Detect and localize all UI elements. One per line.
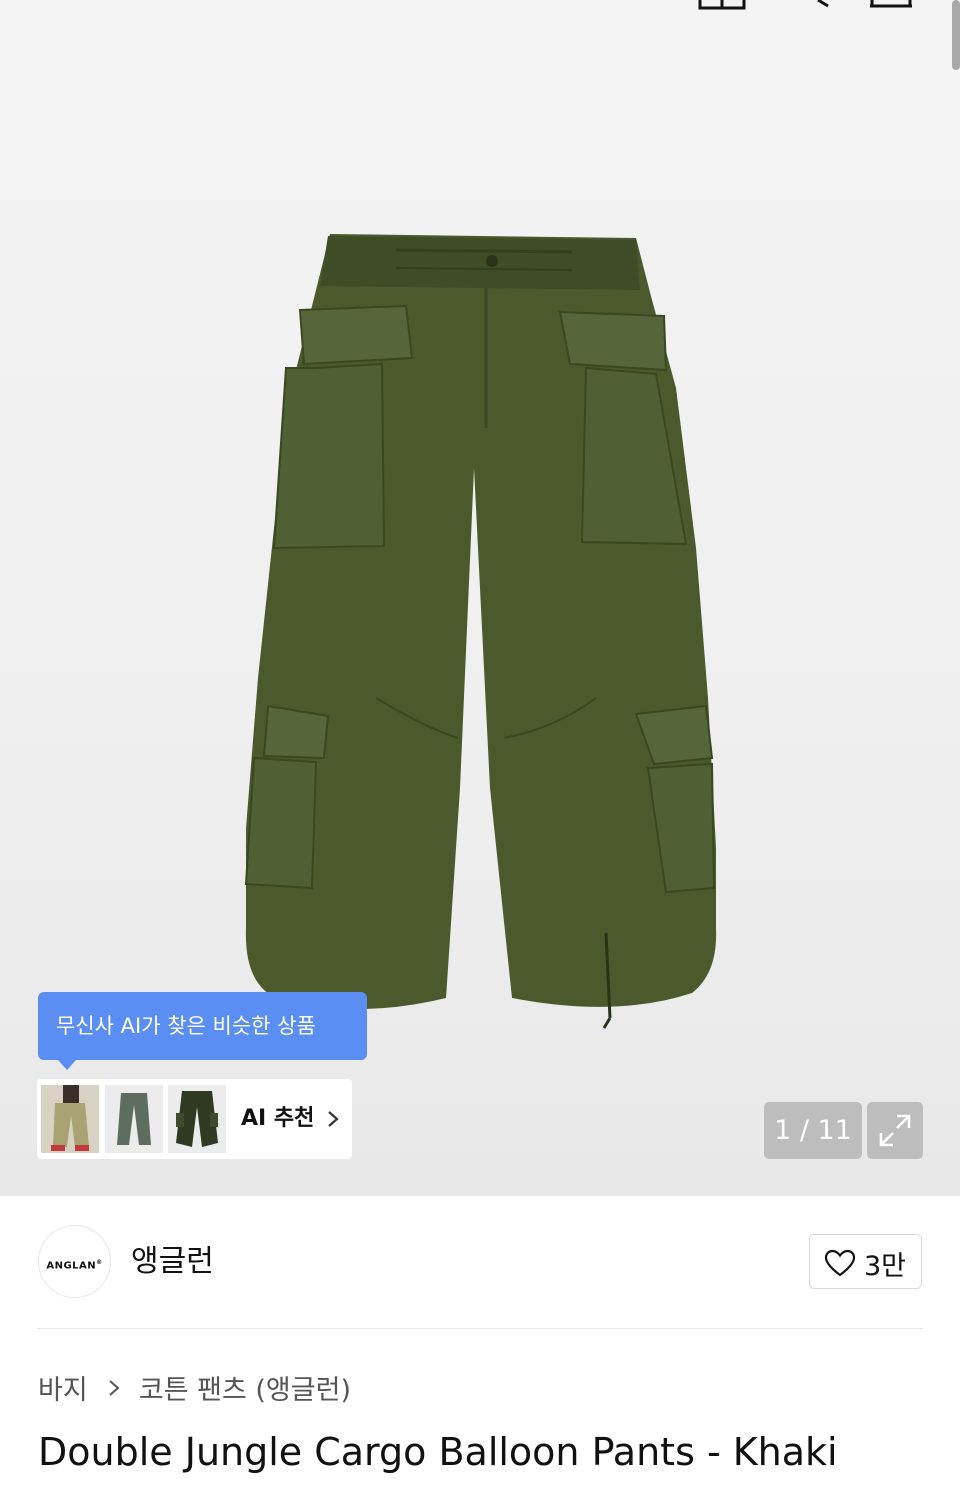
chevron-right-icon: [109, 1379, 120, 1396]
like-count: 3만: [864, 1251, 907, 1282]
ai-thumbnail[interactable]: [168, 1085, 226, 1153]
expand-image-button[interactable]: [867, 1102, 923, 1159]
expand-icon: [879, 1114, 911, 1147]
chevron-right-icon: [328, 1111, 339, 1127]
ai-recommend-link[interactable]: AI 추천: [241, 1079, 314, 1159]
like-button[interactable]: 3만: [809, 1234, 922, 1289]
product-image: [244, 234, 717, 1029]
ai-thumbnail[interactable]: [105, 1085, 163, 1153]
breadcrumb-subcategory[interactable]: 코튼 팬츠 (앵글런): [139, 1375, 351, 1406]
brand-logo[interactable]: ANGLAN®: [38, 1225, 111, 1298]
cart-icon[interactable]: [868, 0, 914, 10]
search-icon[interactable]: [800, 0, 836, 10]
product-title: Double Jungle Cargo Balloon Pants - Khak…: [38, 1430, 838, 1474]
back-icon[interactable]: [62, 0, 88, 10]
ai-similar-tooltip[interactable]: 무신사 AI가 찾은 비슷한 상품: [38, 992, 367, 1070]
page-scrollbar[interactable]: [952, 0, 960, 70]
brand-name[interactable]: 앵글런: [131, 1236, 214, 1280]
brand-row: ANGLAN® 앵글런 3만: [0, 1196, 960, 1328]
breadcrumb-category[interactable]: 바지: [38, 1375, 88, 1406]
divider: [37, 1328, 923, 1329]
heart-icon: [824, 1249, 856, 1277]
top-navigation-bar: [0, 0, 960, 10]
ai-recommend-strip[interactable]: AI 추천: [37, 1079, 352, 1159]
image-page-counter: 1 / 11: [764, 1102, 862, 1159]
product-image-gallery[interactable]: 무신사 AI가 찾은 비슷한 상품 AI 추천 1 / 11: [0, 0, 960, 1196]
closet-icon[interactable]: [698, 0, 746, 10]
ai-thumbnail[interactable]: [41, 1085, 99, 1153]
breadcrumb: 바지 코튼 팬츠 (앵글런): [38, 1368, 351, 1406]
